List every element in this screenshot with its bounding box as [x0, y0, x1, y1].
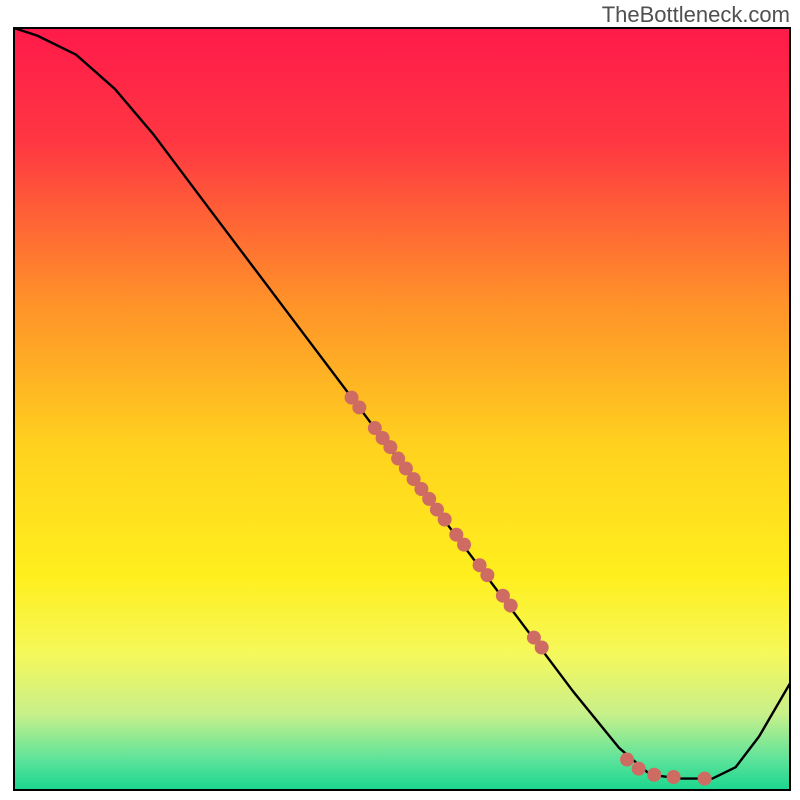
chart-svg — [0, 0, 800, 800]
data-marker — [480, 568, 494, 582]
bottleneck-chart: TheBottleneck.com — [0, 0, 800, 800]
data-marker — [620, 753, 634, 767]
data-marker — [457, 538, 471, 552]
data-marker — [352, 400, 366, 414]
data-marker — [438, 512, 452, 526]
watermark-text: TheBottleneck.com — [602, 2, 790, 28]
data-marker — [647, 768, 661, 782]
data-marker — [667, 770, 681, 784]
data-marker — [383, 440, 397, 454]
data-marker — [632, 762, 646, 776]
gradient-background — [14, 28, 790, 790]
data-marker — [698, 772, 712, 786]
data-marker — [535, 641, 549, 655]
data-marker — [504, 599, 518, 613]
